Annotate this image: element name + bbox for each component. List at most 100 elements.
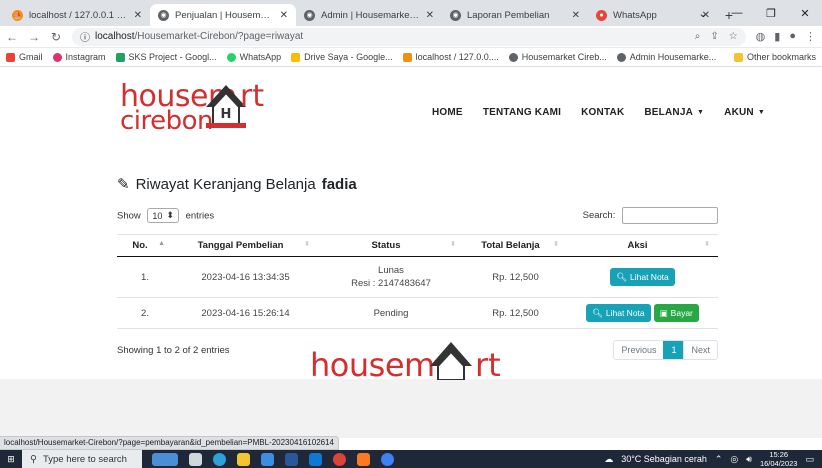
close-window-button[interactable]: ✕ (788, 0, 822, 26)
sort-asc-icon: ▲ (158, 240, 165, 247)
bookmark-admin[interactable]: Admin Housemarke... (616, 52, 716, 62)
nav-belanja[interactable]: BELANJA ▼ (644, 107, 704, 118)
pagination-next[interactable]: Next (683, 341, 717, 359)
column-header-status[interactable]: Status ⬍ (318, 234, 464, 257)
browser-tab[interactable]: ◉ Admin | Housemarket Cirebo ✕ (296, 4, 442, 26)
bookmark-instagram[interactable]: Instagram (52, 52, 106, 62)
table-row: 1. 2023-04-16 13:34:35 Lunas Resi : 21474… (117, 256, 718, 298)
bayar-button[interactable]: ▣ Bayar (653, 304, 699, 322)
close-tab-icon[interactable]: ✕ (280, 10, 288, 21)
chrome-profile-icon[interactable] (381, 452, 394, 466)
sort-icon: ⬍ (304, 241, 310, 248)
sidepanel-icon[interactable]: ▮ (774, 30, 780, 43)
column-header-total[interactable]: Total Belanja ⬍ (464, 234, 567, 257)
notification-icon[interactable]: ▭ (805, 454, 814, 465)
tray-chevron-icon[interactable]: ⌃ (715, 454, 723, 465)
footer-house-logo-icon (430, 342, 472, 380)
forward-icon[interactable]: → (28, 30, 40, 44)
taskbar-search-input[interactable]: ⚲ Type here to search (22, 450, 142, 468)
mail-icon[interactable] (309, 452, 322, 466)
file-explorer-icon[interactable] (237, 452, 250, 466)
bookmark-whatsapp[interactable]: WhatsApp (226, 52, 281, 62)
nav-akun[interactable]: AKUN ▼ (724, 107, 765, 118)
zoom-icon[interactable]: ⌕ (695, 31, 701, 42)
sort-icon: ⬍ (704, 241, 710, 248)
instagram-icon (52, 52, 62, 62)
tab-title: Laporan Pembelian (467, 9, 550, 21)
site-logo[interactable]: housem H rt cirebon (120, 79, 280, 139)
url-path: /Housemarket-Cirebon/?page=riwayat (134, 31, 304, 42)
pagination-page[interactable]: 1 (663, 341, 684, 359)
share-icon[interactable]: ⇪ (710, 31, 718, 42)
bookmark-housemarket[interactable]: Housemarket Cireb... (508, 52, 607, 62)
nav-tentang-kami[interactable]: TENTANG KAMI (483, 107, 561, 118)
close-tab-icon[interactable]: ✕ (572, 10, 580, 21)
column-header-aksi[interactable]: Aksi ⬍ (567, 234, 718, 257)
pagination-previous[interactable]: Previous (614, 341, 663, 359)
phpmyadmin-favicon-icon: ⛵ (12, 9, 23, 21)
close-tab-icon[interactable]: ✕ (134, 10, 142, 21)
minimize-button[interactable]: — (720, 0, 754, 26)
bookmark-sks-project[interactable]: SKS Project - Googl... (115, 52, 217, 62)
lihat-nota-button[interactable]: 🔍︎ Lihat Nota (586, 304, 651, 322)
maximize-button[interactable]: ❐ (754, 0, 788, 26)
nav-kontak[interactable]: KONTAK (581, 107, 624, 118)
browser-tab-active[interactable]: ◉ Penjualan | Housemarket Cire ✕ (150, 4, 296, 26)
select-arrows-icon: ⬍ (166, 210, 174, 220)
phpmyadmin-icon (402, 52, 412, 62)
bookmark-drive[interactable]: Drive Saya - Google... (291, 52, 393, 62)
menu-dots-icon[interactable]: ⋮ (805, 30, 816, 43)
table-controls: Show 10 ⬍ entries Search: (117, 207, 718, 224)
windows-start-icon[interactable]: ⊞ (0, 450, 22, 468)
store-icon[interactable] (261, 452, 274, 466)
entries-select[interactable]: 10 ⬍ (147, 208, 179, 223)
search-input[interactable] (622, 207, 718, 224)
history-table: No. ▲ Tanggal Pembelian ⬍ Status ⬍ Total Be… (117, 234, 718, 329)
extensions-area: ◍ ▮ ● ⋮ (756, 30, 816, 43)
back-icon[interactable]: ← (6, 30, 18, 44)
bookmark-gmail[interactable]: Gmail (6, 52, 43, 62)
cell-total: Rp. 12,500 (464, 297, 567, 329)
chrome-icon[interactable] (333, 452, 346, 466)
xampp-icon[interactable] (357, 452, 370, 466)
cell-no: 1. (117, 256, 173, 298)
volume-icon[interactable]: 🔊︎ (746, 454, 752, 465)
close-tab-icon[interactable]: ✕ (426, 10, 434, 21)
taskbar-clock[interactable]: 15:26 16/04/2023 (760, 450, 798, 468)
weather-text[interactable]: 30°C Sebagian cerah (621, 454, 707, 464)
word-icon[interactable] (285, 452, 298, 466)
profile-avatar-icon[interactable]: ● (789, 30, 796, 43)
browser-tab[interactable]: ⛵ localhost / 127.0.0.1 / bahan ✕ (4, 4, 150, 26)
column-header-tanggal[interactable]: Tanggal Pembelian ⬍ (173, 234, 318, 257)
network-icon[interactable]: ◎ (730, 454, 738, 465)
table-search: Search: (583, 207, 718, 224)
nav-home[interactable]: HOME (432, 107, 463, 118)
table-header-row: No. ▲ Tanggal Pembelian ⬍ Status ⬍ Total Be… (117, 234, 718, 257)
task-view-icon[interactable] (189, 452, 202, 466)
search-icon: 🔍︎ (592, 307, 603, 318)
logo-text: rt (240, 79, 265, 114)
cell-total: Rp. 12,500 (464, 256, 567, 298)
windows-taskbar: ⊞ ⚲ Type here to search ☁ 30°C Sebagian … (0, 450, 822, 468)
column-header-no[interactable]: No. ▲ (117, 234, 173, 257)
bookmark-localhost[interactable]: localhost / 127.0.0.... (402, 52, 499, 62)
url-field[interactable]: ⓘ localhost/Housemarket-Cirebon/?page=ri… (72, 27, 746, 46)
search-highlight-icon[interactable] (152, 452, 178, 466)
other-bookmarks[interactable]: Other bookmarks (733, 52, 816, 62)
extension-icon[interactable]: ◍ (756, 30, 766, 43)
gmail-icon (6, 52, 15, 62)
cell-status: Lunas Resi : 2147483647 (318, 256, 464, 298)
weather-icon[interactable]: ☁ (604, 454, 613, 465)
address-bar-row: ← → ↻ ⓘ localhost/Housemarket-Cirebon/?p… (0, 26, 822, 48)
cell-no: 2. (117, 297, 173, 329)
tab-search-icon[interactable]: ⌄ (686, 0, 720, 26)
edge-icon[interactable] (213, 452, 226, 466)
site-info-icon[interactable]: ⓘ (80, 29, 90, 44)
browser-tab[interactable]: ◉ Laporan Pembelian ✕ (442, 4, 588, 26)
lihat-nota-button[interactable]: 🔍︎ Lihat Nota (610, 268, 675, 286)
bookmark-star-icon[interactable]: ☆ (729, 31, 738, 42)
whatsapp-icon (226, 52, 236, 62)
bookmarks-bar: Gmail Instagram SKS Project - Googl... W… (0, 48, 822, 67)
reload-icon[interactable]: ↻ (50, 30, 62, 44)
main-navigation: HOME TENTANG KAMI KONTAK BELANJA ▼ AKUN ▼ (432, 107, 765, 118)
